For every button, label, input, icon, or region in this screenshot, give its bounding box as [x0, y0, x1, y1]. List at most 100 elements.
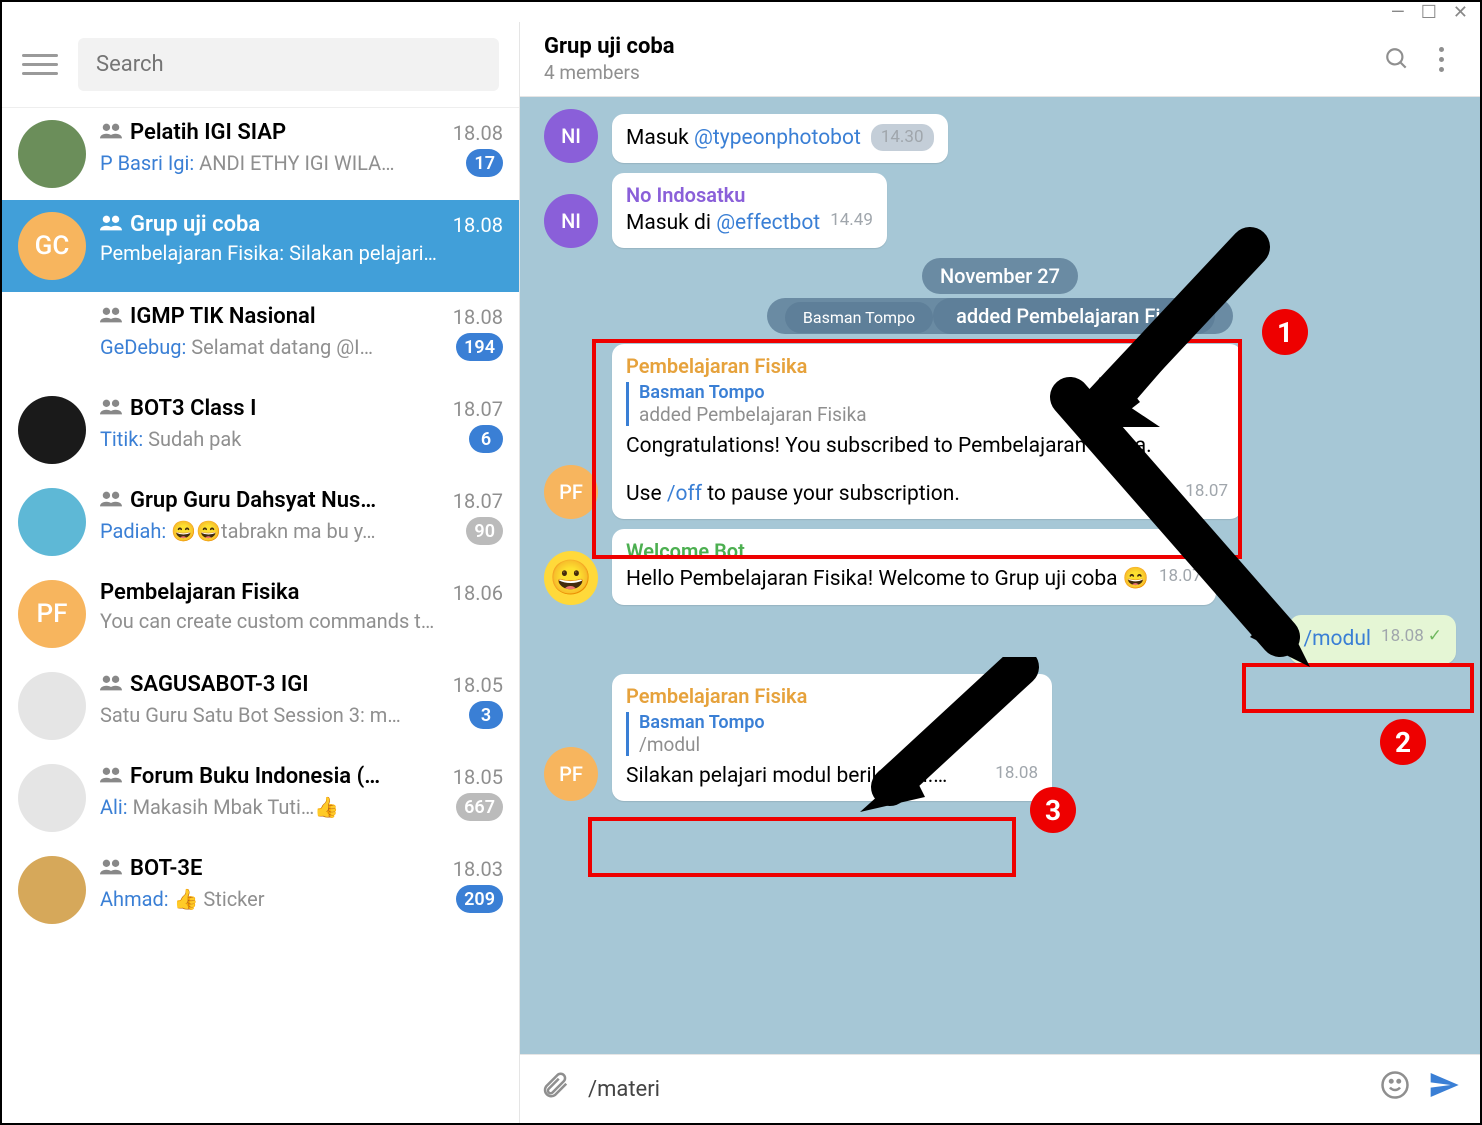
unread-badge: 3: [469, 701, 503, 729]
minimize-icon[interactable]: —: [1391, 2, 1405, 23]
chat-avatar: GC: [18, 212, 86, 280]
date-separator: November 27: [544, 264, 1456, 288]
close-icon[interactable]: ✕: [1453, 2, 1468, 23]
chat-name: BOT-3E: [130, 856, 445, 881]
chat-name: IGMP TIK Nasional: [130, 304, 445, 329]
message-time: 18.08 ✓: [1381, 625, 1442, 649]
chat-time: 18.08: [453, 305, 503, 329]
menu-icon[interactable]: [22, 47, 58, 83]
chat-preview: P Basri Igi: ANDI ETHY IGI WILA…: [100, 151, 458, 175]
chat-list-item[interactable]: Pelatih IGI SIAP 18.08 P Basri Igi: ANDI …: [2, 108, 519, 200]
compose-bar: [520, 1054, 1480, 1123]
sender-name[interactable]: Welcome Bot: [626, 539, 1202, 563]
message-bubble[interactable]: No Indosatku Masuk di @effectbot 14.49: [612, 173, 887, 248]
group-icon: [100, 123, 122, 143]
chat-name: Pembelajaran Fisika: [100, 580, 445, 605]
unread-badge: 6: [469, 425, 503, 453]
chat-preview: GeDebug: Selamat datang @I…: [100, 335, 448, 359]
message-time: 14.30: [871, 124, 934, 152]
chat-avatar: [18, 396, 86, 464]
mention-link[interactable]: @effectbot: [716, 211, 820, 235]
chat-list-item[interactable]: GC Grup uji coba 18.08 Pembelajaran Fisik…: [2, 200, 519, 292]
command-link[interactable]: /modul: [1303, 627, 1371, 651]
messages-area[interactable]: NI Masuk @typeonphotobot 14.30 NI No Ind…: [520, 97, 1480, 1054]
chat-preview: Satu Guru Satu Bot Session 3: m…: [100, 703, 461, 727]
chat-avatar: PF: [18, 580, 86, 648]
unread-badge: 667: [456, 793, 503, 821]
sender-name[interactable]: No Indosatku: [626, 183, 873, 207]
check-icon: ✓: [1428, 625, 1442, 649]
mention-link[interactable]: @typeonphotobot: [694, 126, 861, 150]
chat-name: Forum Buku Indonesia (…: [130, 764, 445, 789]
sidebar: Pelatih IGI SIAP 18.08 P Basri Igi: ANDI …: [2, 22, 520, 1123]
message-bubble[interactable]: Welcome Bot Hello Pembelajaran Fisika! W…: [612, 529, 1216, 604]
chat-list-item[interactable]: SAGUSABOT-3 IGI 18.05 Satu Guru Satu Bot …: [2, 660, 519, 752]
chat-time: 18.03: [453, 857, 503, 881]
reply-quote[interactable]: Basman Tompo /modul: [626, 712, 1038, 756]
avatar[interactable]: PF: [544, 747, 598, 801]
chat-name: Pelatih IGI SIAP: [130, 120, 445, 145]
chat-avatar: [18, 672, 86, 740]
group-icon: [100, 675, 122, 695]
avatar[interactable]: 😀: [544, 551, 598, 605]
chat-header: Grup uji coba 4 members: [520, 22, 1480, 97]
sender-name[interactable]: Pembelajaran Fisika: [626, 684, 1038, 708]
chat-preview: Padiah: 😄😄tabrakn ma bu y…: [100, 519, 458, 543]
chat-preview: Ali: Makasih Mbak Tuti…👍: [100, 795, 448, 819]
maximize-icon[interactable]: ☐: [1421, 2, 1437, 23]
group-icon: [100, 215, 122, 235]
reply-quote[interactable]: Basman Tompo added Pembelajaran Fisika: [626, 382, 1228, 426]
chat-list-item[interactable]: IGMP TIK Nasional 18.08 GeDebug: Selamat …: [2, 292, 519, 384]
main-panel: Grup uji coba 4 members NI Masuk @typeon…: [520, 22, 1480, 1123]
chat-time: 18.05: [453, 673, 503, 697]
annotation-box-3: [588, 817, 1016, 877]
chat-avatar: [18, 304, 86, 372]
chat-avatar: [18, 856, 86, 924]
message-bubble[interactable]: Pembelajaran Fisika Basman Tompo /modul …: [612, 674, 1052, 801]
avatar[interactable]: NI: [544, 109, 598, 163]
emoji-icon[interactable]: [1380, 1070, 1410, 1108]
search-input[interactable]: [78, 38, 499, 91]
chat-name: SAGUSABOT-3 IGI: [130, 672, 445, 697]
chat-list-item[interactable]: BOT-3E18.03 Ahmad: 👍 Sticker209: [2, 844, 519, 936]
chat-list-item[interactable]: BOT3 Class I18.07 Titik: Sudah pak6: [2, 384, 519, 476]
group-icon: [100, 491, 122, 511]
message-input[interactable]: [588, 1077, 1362, 1102]
message-time: 18.07: [1185, 480, 1228, 504]
chat-list-item[interactable]: PF Pembelajaran Fisika 18.06 You can crea…: [2, 568, 519, 660]
chat-list-item[interactable]: Grup Guru Dahsyat Nus…18.07 Padiah: 😄😄ta…: [2, 476, 519, 568]
chat-time: 18.08: [453, 121, 503, 145]
chat-time: 18.06: [453, 581, 503, 605]
chat-avatar: [18, 120, 86, 188]
send-icon[interactable]: [1428, 1069, 1460, 1109]
message-time: 18.08: [995, 762, 1038, 786]
group-icon: [100, 399, 122, 419]
chat-members[interactable]: 4 members: [544, 61, 1368, 84]
unread-badge: 194: [456, 333, 503, 361]
message-bubble[interactable]: Masuk @typeonphotobot 14.30: [612, 114, 948, 163]
window-controls[interactable]: — ☐ ✕: [2, 2, 1480, 22]
attach-icon[interactable]: [540, 1070, 570, 1108]
message-time: 18.07: [1159, 565, 1202, 589]
chat-time: 18.07: [453, 397, 503, 421]
chat-preview: Pembelajaran Fisika: Silakan pelajari…: [100, 241, 503, 265]
chat-list-item[interactable]: Forum Buku Indonesia (…18.05 Ali: Makasi…: [2, 752, 519, 844]
more-icon[interactable]: [1426, 44, 1456, 74]
search-icon[interactable]: [1382, 44, 1412, 74]
unread-badge: 90: [466, 517, 503, 545]
chat-time: 18.08: [453, 213, 503, 237]
message-bubble-outgoing[interactable]: /modul 18.08 ✓: [1289, 615, 1456, 664]
chat-list[interactable]: Pelatih IGI SIAP 18.08 P Basri Igi: ANDI …: [2, 108, 519, 1123]
chat-title[interactable]: Grup uji coba: [544, 34, 1368, 59]
message-bubble[interactable]: Pembelajaran Fisika Basman Tompo added P…: [612, 344, 1242, 519]
group-icon: [100, 307, 122, 327]
chat-time: 18.07: [453, 489, 503, 513]
sender-name[interactable]: Pembelajaran Fisika: [626, 354, 1228, 378]
chat-preview: You can create custom commands t…: [100, 609, 503, 633]
message-time: 14.49: [830, 209, 873, 233]
avatar[interactable]: PF: [544, 465, 598, 519]
chat-name: BOT3 Class I: [130, 396, 445, 421]
chat-name: Grup uji coba: [130, 212, 445, 237]
command-link[interactable]: /off: [667, 482, 702, 506]
avatar[interactable]: NI: [544, 194, 598, 248]
